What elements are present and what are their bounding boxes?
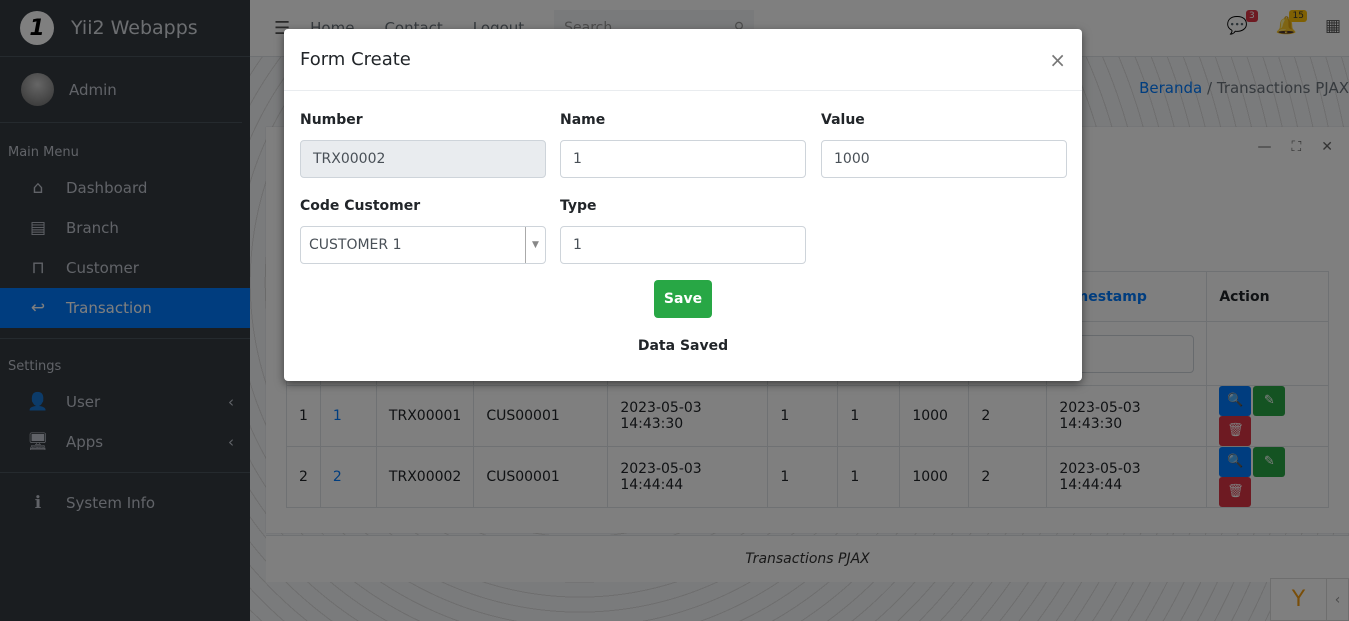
number-label: Number xyxy=(300,112,363,128)
type-field[interactable]: 1 xyxy=(560,226,806,264)
form-create-modal: Form Create × Number TRX00002 Name 1 Value 1… xyxy=(284,29,1082,381)
modal-title: Form Create xyxy=(300,49,411,70)
name-field[interactable]: 1 xyxy=(560,140,806,178)
type-label: Type xyxy=(560,198,597,214)
name-label: Name xyxy=(560,112,606,128)
customer-select[interactable]: CUSTOMER 1 ▼ xyxy=(300,226,546,264)
save-button[interactable]: Save xyxy=(654,280,712,318)
number-field[interactable]: TRX00002 xyxy=(300,140,546,178)
chevron-down-icon[interactable]: ▼ xyxy=(525,227,545,263)
value-label: Value xyxy=(821,112,865,128)
status-message: Data Saved xyxy=(637,338,729,354)
customer-selected-value: CUSTOMER 1 xyxy=(309,237,402,253)
close-icon[interactable]: × xyxy=(1049,48,1066,72)
value-field[interactable]: 1000 xyxy=(821,140,1067,178)
customer-label: Code Customer xyxy=(300,198,421,214)
